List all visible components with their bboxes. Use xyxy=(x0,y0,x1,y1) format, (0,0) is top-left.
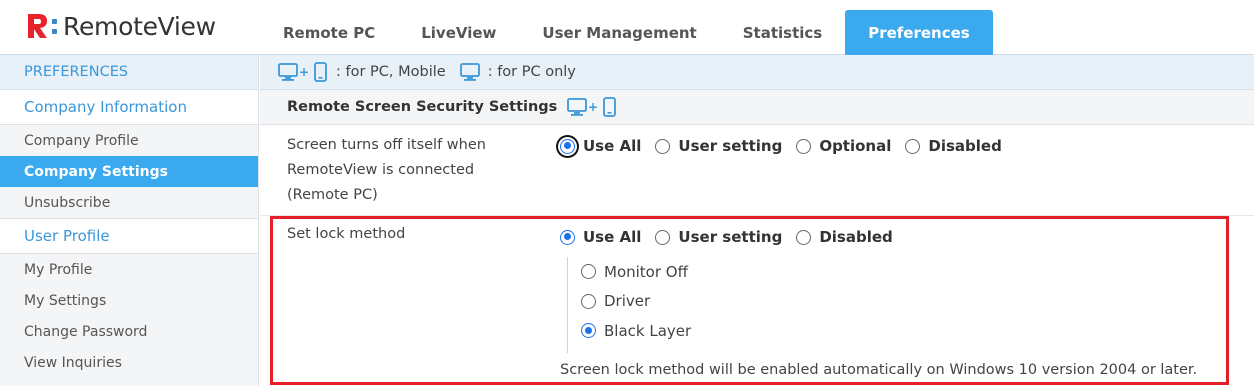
sidebar-item-my-settings[interactable]: My Settings xyxy=(0,285,258,316)
sidebar-section-company-information[interactable]: Company Information xyxy=(0,90,258,125)
tab-preferences[interactable]: Preferences xyxy=(845,10,993,55)
option-label: Disabled xyxy=(928,137,1002,155)
option-label: Optional xyxy=(819,137,892,155)
logo[interactable]: RemoteView xyxy=(25,10,216,42)
screen-off-label: Screen turns off itself when RemoteView … xyxy=(287,133,537,208)
option-label: User setting xyxy=(678,137,783,155)
screen-off-option-optional[interactable]: Optional xyxy=(796,137,891,155)
sidebar-item-change-password[interactable]: Change Password xyxy=(0,316,258,347)
sidebar-group-user: My Profile My Settings Change Password V… xyxy=(0,254,258,378)
radio-button[interactable] xyxy=(796,138,812,154)
tab-remote-pc[interactable]: Remote PC xyxy=(260,10,398,55)
legend-bar: + : for PC, Mobile : for PC only xyxy=(260,55,1254,90)
radio-button[interactable] xyxy=(560,138,575,154)
section-title-remote-screen-security: Remote Screen Security Settings + xyxy=(260,90,1254,125)
highlight-box xyxy=(270,216,1229,385)
top-header: RemoteView Remote PC LiveView User Manag… xyxy=(0,0,1254,55)
tab-statistics[interactable]: Statistics xyxy=(720,10,845,55)
sidebar-item-company-settings[interactable]: Company Settings xyxy=(0,156,258,187)
section-title-text: Remote Screen Security Settings xyxy=(287,99,558,115)
sidebar-section-user-profile[interactable]: User Profile xyxy=(0,219,258,254)
screen-off-options: Use All User setting Optional Disabled xyxy=(560,137,1016,155)
option-label: Use All xyxy=(583,137,642,155)
sidebar-item-view-inquiries[interactable]: View Inquiries xyxy=(0,347,258,378)
pc-mobile-icon: + xyxy=(567,97,619,117)
screen-off-option-use-all[interactable]: Use All xyxy=(560,137,641,155)
pc-icon xyxy=(459,62,482,82)
main-nav-tabs: Remote PC LiveView User Management Stati… xyxy=(260,10,993,55)
screen-off-label-line-2: RemoteView is connected xyxy=(287,162,475,178)
pc-mobile-icon: + xyxy=(278,62,330,82)
tab-user-management[interactable]: User Management xyxy=(519,10,719,55)
sidebar-item-company-profile[interactable]: Company Profile xyxy=(0,125,258,156)
remoteview-logo-icon xyxy=(25,11,61,41)
tab-liveview[interactable]: LiveView xyxy=(398,10,519,55)
sidebar-group-company: Company Profile Company Settings Unsubsc… xyxy=(0,125,258,219)
radio-button[interactable] xyxy=(655,138,671,154)
setting-row-screen-off: Screen turns off itself when RemoteView … xyxy=(260,125,1254,216)
screen-off-label-line-1: Screen turns off itself when xyxy=(287,137,486,153)
svg-text:+: + xyxy=(299,65,309,79)
screen-off-option-user-setting[interactable]: User setting xyxy=(655,137,782,155)
legend-pc-only-text: : for PC only xyxy=(487,64,576,80)
legend-pc-mobile-text: : for PC, Mobile xyxy=(336,64,446,80)
sidebar-item-my-profile[interactable]: My Profile xyxy=(0,254,258,285)
app-name: RemoteView xyxy=(63,11,216,41)
sidebar: PREFERENCES Company Information Company … xyxy=(0,55,259,386)
radio-button[interactable] xyxy=(905,138,921,154)
sidebar-item-unsubscribe[interactable]: Unsubscribe xyxy=(0,187,258,218)
screen-off-option-disabled[interactable]: Disabled xyxy=(905,137,1002,155)
sidebar-header: PREFERENCES xyxy=(0,55,258,90)
screen-off-label-line-3: (Remote PC) xyxy=(287,187,378,203)
svg-text:+: + xyxy=(588,100,598,114)
